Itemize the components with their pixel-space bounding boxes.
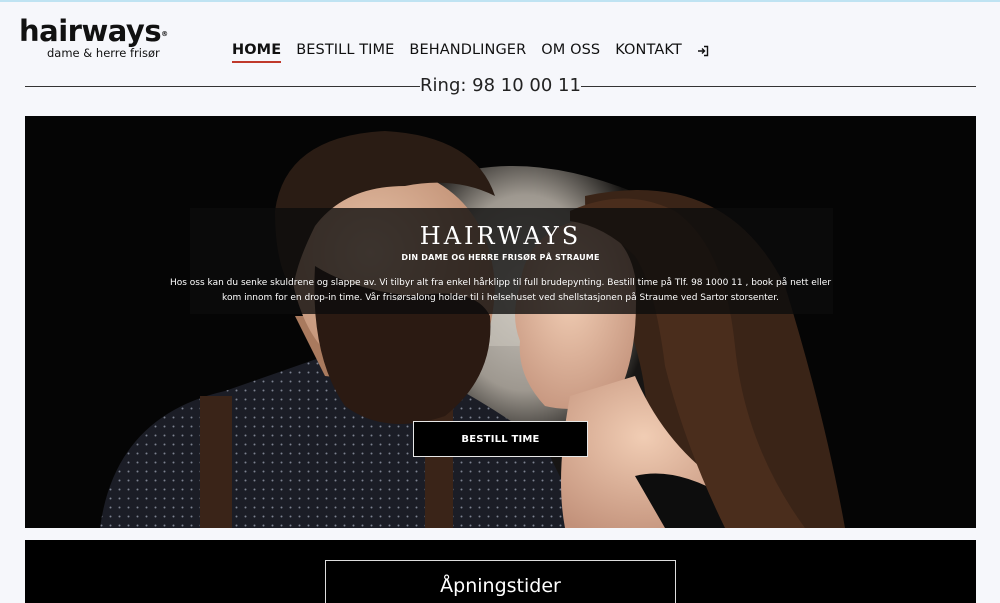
hero-description: Hos oss kan du senke skuldrene og slappe… [169, 278, 832, 303]
brand-logo[interactable]: hairways® dame & herre frisør [19, 15, 199, 59]
login-icon[interactable] [697, 44, 709, 57]
logo-wordmark: hairways [19, 14, 162, 48]
opening-hours-section: Åpningstider [25, 540, 976, 603]
hero-title: HAIRWAYS [419, 222, 582, 250]
hero-subtitle: DIN DAME OG HERRE FRISØR PÅ STRAUME [401, 253, 600, 262]
hero-couple-photo [25, 116, 976, 528]
logo-registered-mark: ® [161, 30, 168, 38]
opening-hours-box: Åpningstider [325, 560, 676, 603]
nav-om-oss[interactable]: OM OSS [541, 42, 600, 58]
nav-bestill-time[interactable]: BESTILL TIME [296, 42, 394, 58]
logo-tagline: dame & herre frisør [47, 46, 160, 60]
opening-hours-title: Åpningstider [440, 575, 561, 597]
book-appointment-button[interactable]: BESTILL TIME [413, 421, 588, 457]
nav-home[interactable]: HOME [232, 42, 282, 63]
phone-number[interactable]: Ring: 98 10 00 11 [420, 74, 581, 98]
divider-left [25, 86, 420, 87]
nav-behandlinger[interactable]: BEHANDLINGER [409, 42, 526, 58]
main-nav: HOME BESTILL TIME BEHANDLINGER OM OSS KO… [232, 42, 709, 63]
divider-right [581, 86, 976, 87]
nav-kontakt[interactable]: KONTAKT [615, 42, 682, 58]
hero-section: HAIRWAYS DIN DAME OG HERRE FRISØR PÅ STR… [25, 116, 976, 528]
phone-banner: Ring: 98 10 00 11 [25, 74, 976, 98]
